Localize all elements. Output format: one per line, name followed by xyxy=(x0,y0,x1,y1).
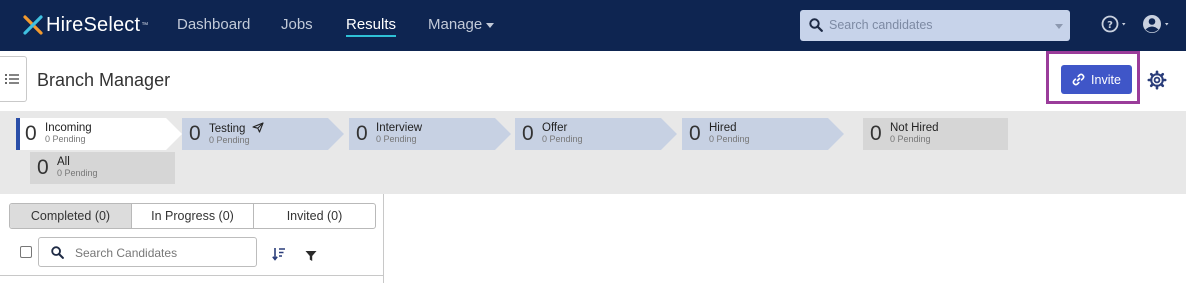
sort-icon xyxy=(272,248,285,261)
filter-icon xyxy=(305,251,317,261)
filter-button[interactable] xyxy=(305,249,317,267)
top-navbar: HireSelect ™ Dashboard Jobs Results Mana… xyxy=(0,0,1186,51)
stage-pending: 0 Pending xyxy=(45,134,86,144)
tab-in-progress[interactable]: In Progress (0) xyxy=(132,204,254,228)
chevron-down-icon xyxy=(486,22,495,28)
stage-name: Not Hired xyxy=(890,122,939,134)
search-candidates-input[interactable]: Search Candidates xyxy=(38,237,257,267)
user-menu[interactable] xyxy=(1141,14,1173,39)
search-icon xyxy=(809,18,823,32)
stage-count: 0 xyxy=(870,122,882,145)
stage-count: 0 xyxy=(189,122,201,145)
stage-name: Incoming xyxy=(45,122,92,134)
stage-pending: 0 Pending xyxy=(709,134,750,144)
nav-manage[interactable]: Manage xyxy=(428,16,495,33)
search-icon xyxy=(51,246,64,259)
user-avatar-icon xyxy=(1143,15,1169,33)
list-divider xyxy=(0,275,383,276)
invite-button[interactable]: Invite xyxy=(1061,65,1132,94)
stage-count: 0 xyxy=(37,156,49,179)
help-menu[interactable]: ? xyxy=(1101,14,1129,39)
stage-count: 0 xyxy=(689,122,701,145)
stage-count: 0 xyxy=(25,122,37,145)
stage-name: All xyxy=(57,156,70,168)
paper-plane-icon xyxy=(252,122,264,133)
nav-dashboard[interactable]: Dashboard xyxy=(177,16,250,33)
help-icon: ? xyxy=(1101,15,1126,33)
stage-count: 0 xyxy=(356,122,368,145)
stage-count: 0 xyxy=(522,122,534,145)
svg-text:?: ? xyxy=(1107,20,1113,31)
stage-hired[interactable]: 0 Hired 0 Pending xyxy=(682,118,844,150)
gear-icon xyxy=(1147,70,1167,90)
tab-completed[interactable]: Completed (0) xyxy=(10,204,132,228)
tab-invited[interactable]: Invited (0) xyxy=(254,204,375,228)
search-candidates-placeholder: Search candidates xyxy=(829,18,933,32)
settings-button[interactable] xyxy=(1147,70,1167,95)
pipeline-stages: 0 Incoming 0 Pending 0 Testing 0 Pending … xyxy=(0,111,1186,194)
stage-pending: 0 Pending xyxy=(542,134,583,144)
stage-incoming[interactable]: 0 Incoming 0 Pending xyxy=(16,118,182,150)
hireselect-x-logo-icon xyxy=(23,15,43,35)
stage-name: Hired xyxy=(709,122,737,134)
stage-interview[interactable]: 0 Interview 0 Pending xyxy=(349,118,511,150)
nav-manage-label: Manage xyxy=(428,16,483,33)
search-candidates-placeholder: Search Candidates xyxy=(75,246,178,260)
stage-offer[interactable]: 0 Offer 0 Pending xyxy=(515,118,677,150)
stage-all[interactable]: 0 All 0 Pending xyxy=(30,152,175,184)
chevron-down-icon xyxy=(1055,24,1063,29)
select-all-checkbox[interactable] xyxy=(20,246,32,258)
stage-pending: 0 Pending xyxy=(57,168,98,178)
brand-trademark: ™ xyxy=(141,21,149,29)
link-icon xyxy=(1072,73,1085,86)
stage-not-hired[interactable]: 0 Not Hired 0 Pending xyxy=(863,118,1008,150)
sort-button[interactable] xyxy=(272,247,286,266)
stage-name: Testing xyxy=(209,123,246,135)
brand-logo[interactable]: HireSelect ™ xyxy=(22,12,148,38)
pane-divider xyxy=(383,194,384,283)
page-title: Branch Manager xyxy=(37,70,171,90)
stage-pending: 0 Pending xyxy=(890,134,931,144)
nav-jobs[interactable]: Jobs xyxy=(281,16,313,33)
candidate-search-box[interactable]: Search candidates xyxy=(800,10,1070,41)
stage-pending: 0 Pending xyxy=(209,135,250,145)
stage-name: Offer xyxy=(542,122,568,134)
stage-testing[interactable]: 0 Testing 0 Pending xyxy=(182,118,344,150)
candidate-status-tabs: Completed (0) In Progress (0) Invited (0… xyxy=(9,203,376,229)
sidebar-toggle-button[interactable] xyxy=(0,56,27,102)
nav-results[interactable]: Results xyxy=(346,16,397,37)
stage-name: Interview xyxy=(376,122,423,134)
invite-button-label: Invite xyxy=(1091,72,1121,87)
stage-pending: 0 Pending xyxy=(376,134,417,144)
brand-name: HireSelect xyxy=(46,13,141,36)
list-icon xyxy=(5,74,19,84)
